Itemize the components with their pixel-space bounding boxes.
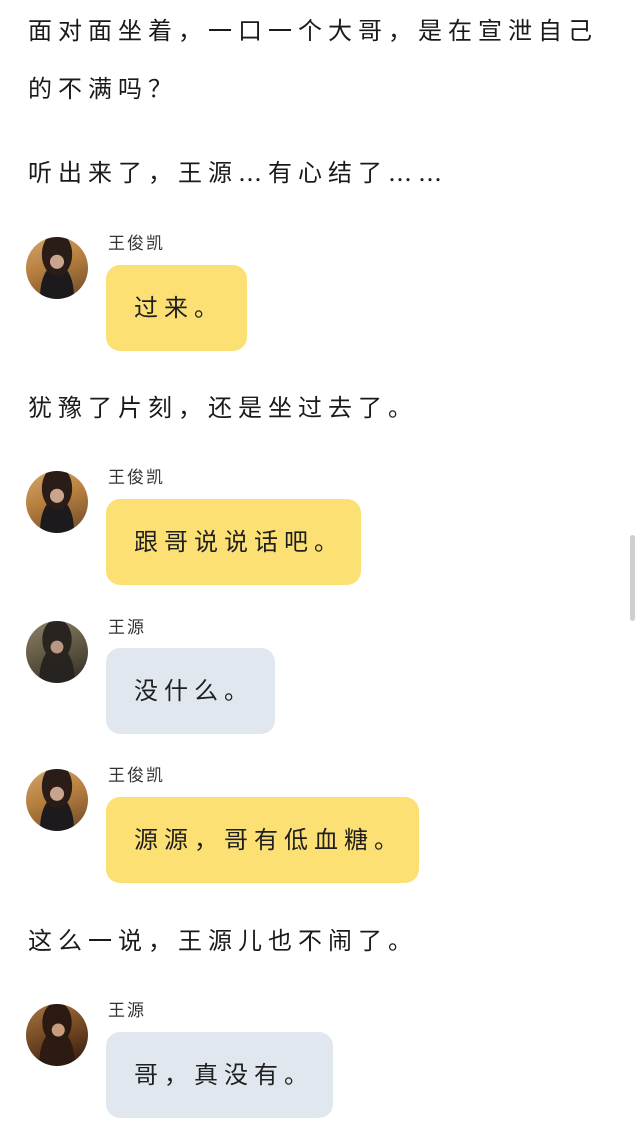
avatar-wang-junkai-icon[interactable] [26,237,88,299]
chat-bubble: 源源，哥有低血糖。 [106,797,419,883]
speaker-name: 王俊凯 [108,234,165,254]
narration-text: 面对面坐着，一口一个大哥，是在宣泄自己的不满吗？ [28,17,598,103]
speaker-name: 王俊凯 [108,766,165,786]
scrollbar-thumb[interactable] [630,535,635,621]
narration-text: 犹豫了片刻，还是坐过去了。 [28,394,418,422]
avatar-wang-junkai-icon[interactable] [26,471,88,533]
narration-text: 这么一说，王源儿也不闹了。 [28,927,418,955]
chat-bubble: 哥，真没有。 [106,1032,333,1118]
speaker-name: 王源 [108,618,146,638]
chat-bubble: 没什么。 [106,648,275,734]
avatar-wang-yuan-icon[interactable] [26,1004,88,1066]
chat-bubble: 跟哥说说话吧。 [106,499,361,585]
narration-text: 听出来了，王源…有心结了…… [28,159,448,187]
avatar-wang-yuan-icon[interactable] [26,621,88,683]
avatar-wang-junkai-icon[interactable] [26,769,88,831]
speaker-name: 王源 [108,1001,146,1021]
speaker-name: 王俊凯 [108,468,165,488]
chat-bubble: 过来。 [106,265,247,351]
